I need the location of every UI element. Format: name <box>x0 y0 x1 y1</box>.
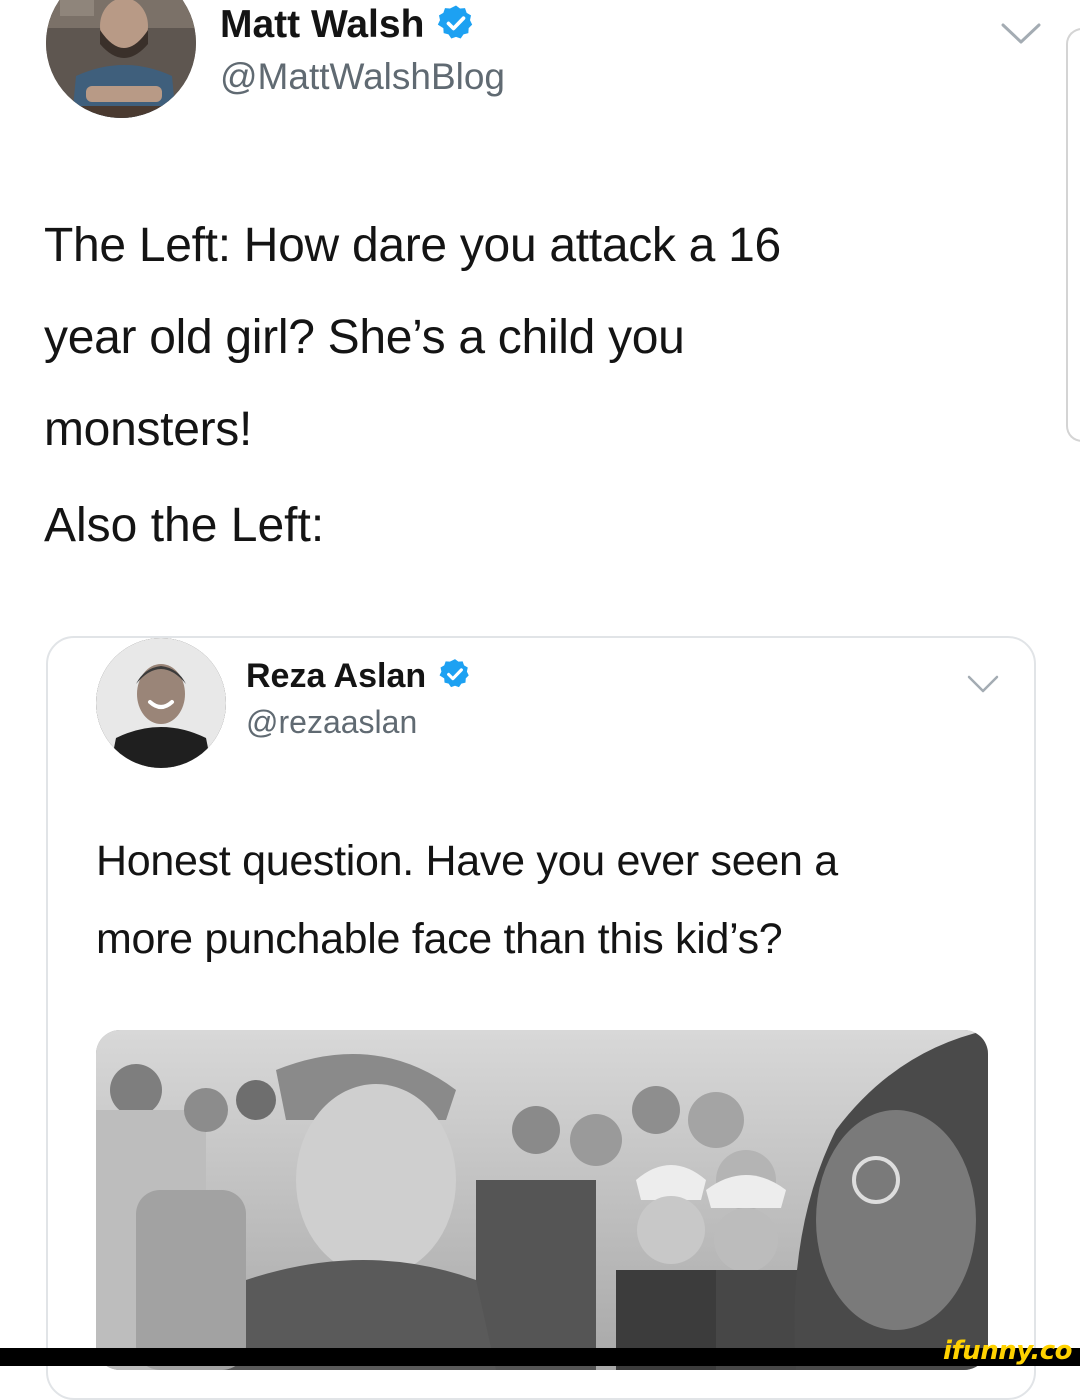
bottom-bar <box>0 1348 1080 1366</box>
scroll-edge <box>1066 28 1080 442</box>
tweet-text-line: The Left: How dare you attack a 16 <box>44 219 781 272</box>
chevron-down-icon[interactable] <box>1000 22 1042 51</box>
outer-author-name[interactable]: Matt Walsh <box>220 3 424 47</box>
quote-avatar[interactable] <box>96 638 226 768</box>
tweet-text-line: more punchable face than this kid’s? <box>96 915 783 963</box>
outer-author-row: Matt Walsh <box>220 2 476 48</box>
verified-badge-icon <box>438 657 472 696</box>
avatar-photo <box>96 638 226 768</box>
photo-illustration <box>96 1030 988 1370</box>
avatar-photo <box>46 0 196 118</box>
outer-author-handle[interactable]: @MattWalshBlog <box>220 56 505 98</box>
outer-tweet-text: The Left: How dare you attack a 16 year … <box>44 200 1024 476</box>
quote-author-row: Reza Aslan <box>246 654 472 698</box>
quote-author-name[interactable]: Reza Aslan <box>246 657 426 696</box>
tweet-text-line: monsters! <box>44 403 253 456</box>
quoted-tweet-text: Honest question. Have you ever seen a mo… <box>96 822 996 978</box>
tweet-text-line: year old girl? She’s a child you <box>44 311 685 364</box>
chevron-down-icon[interactable] <box>966 674 1000 699</box>
verified-badge-icon <box>436 3 476 48</box>
tweet-text-line: Honest question. Have you ever seen a <box>96 837 838 885</box>
outer-avatar[interactable] <box>46 0 196 118</box>
quote-author-handle[interactable]: @rezaaslan <box>246 704 417 741</box>
quoted-tweet-photo[interactable] <box>96 1030 988 1370</box>
ifunny-watermark: ifunny.co <box>943 1336 1072 1366</box>
quoted-tweet-card[interactable]: Reza Aslan @rezaaslan Honest question. H… <box>46 636 1036 1400</box>
tweet-text-line: Also the Left: <box>44 499 325 552</box>
